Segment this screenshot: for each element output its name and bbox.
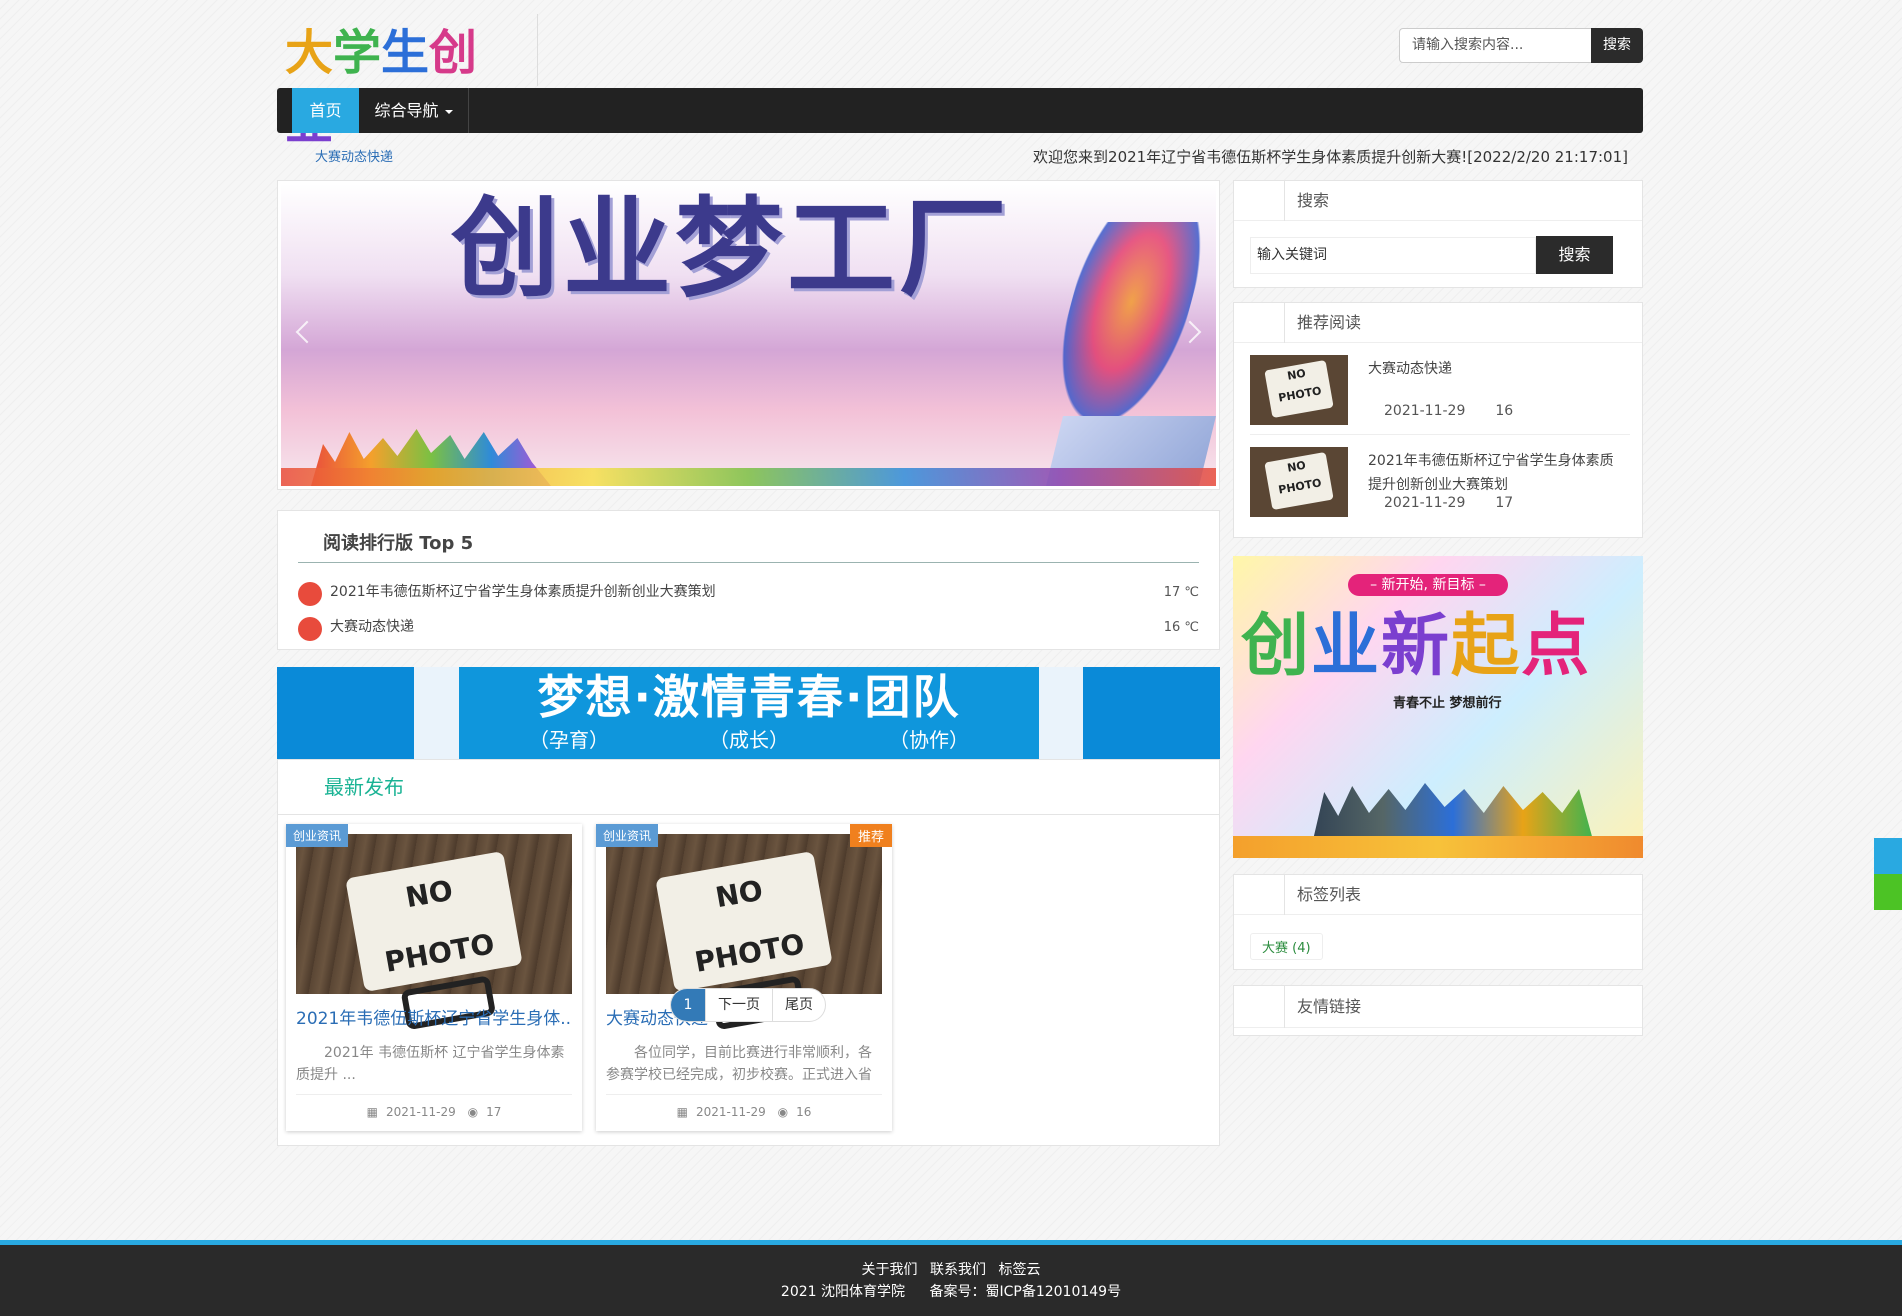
recommend-badge: 推荐 [849,824,892,847]
friend-links-title: 友情链接 [1284,986,1361,1028]
icp-text[interactable]: 备案号：蜀ICP备12010149号 [929,1284,1121,1300]
logo-divider [537,14,538,86]
sidebar-ad[interactable]: – 新开始, 新目标 – 创业新起点 青春不止 梦想前行 [1233,556,1643,858]
latest-posts: 最新发布 NO PHOTO 创业资讯 2021年韦德伍斯杯辽宁省学生身体... … [277,759,1220,1146]
site-header: 大学生创业 请输入搜索内容... 搜索 [277,0,1643,151]
latest-title: 最新发布 [278,760,1219,815]
page-last[interactable]: 尾页 [772,989,825,1021]
sidebar-search-input[interactable]: 输入关键词 [1250,237,1536,274]
calendar-icon: ▦ [676,1105,688,1119]
post-views: 16 [796,1105,812,1119]
footer-link-contact[interactable]: 联系我们 [930,1262,986,1278]
promo-headline: 梦想·激情青春·团队 [537,670,961,724]
site-footer: 关于我们 联系我们 标签云 2021 沈阳体育学院 备案号：蜀ICP备12010… [0,1240,1902,1316]
ground-graphic [1233,836,1643,858]
recommended-item-title[interactable]: 2021年韦德伍斯杯辽宁省学生身体素质提升创新创业大赛策划 [1368,449,1618,497]
nav-guide-label: 综合导航 [374,101,439,120]
sidebar-search-title: 搜索 [1284,181,1329,221]
post-meta: ▦ 2021-11-29 ◉ 16 [606,1094,882,1119]
top-search-bar: 请输入搜索内容... 搜索 [1399,28,1643,63]
sidebar-ad-headline: 创业新起点 [1241,606,1592,686]
post-card[interactable]: NO PHOTO 创业资讯 2021年韦德伍斯杯辽宁省学生身体... 2021年… [286,824,582,1131]
ranking-item[interactable]: 2021年韦德伍斯杯辽宁省学生身体素质提升创新创业大赛策划 17 ℃ [298,575,1199,610]
footer-copyright: 2021 沈阳体育学院 备案号：蜀ICP备12010149号 [0,1281,1902,1301]
post-date: 2021-11-29 [696,1105,766,1119]
promo-banner[interactable]: 梦想·激情青春·团队 （孕育） （成长） （协作） [277,667,1220,759]
banner-title: 创业梦工厂 [451,186,1012,312]
post-category[interactable]: 创业资讯 [286,824,349,847]
ranking-item-title[interactable]: 2021年韦德伍斯杯辽宁省学生身体素质提升创新创业大赛策划 [330,575,716,610]
recommended-item-title[interactable]: 大赛动态快递 [1368,357,1618,381]
no-photo-placeholder: NO PHOTO [345,850,523,1031]
tag-item[interactable]: 大赛 (4) [1250,933,1323,960]
footer-link-tags[interactable]: 标签云 [998,1262,1040,1278]
nav-guide-dropdown[interactable]: 综合导航 [359,88,469,133]
post-thumbnail[interactable]: NO PHOTO [296,834,572,1031]
recommended-title: 推荐阅读 [1284,303,1361,343]
rank-dot-icon [298,617,322,641]
main-nav: 首页 综合导航 [277,88,1643,133]
float-button-green[interactable] [1874,874,1902,910]
hero-banner-image: 创业梦工厂 [281,184,1216,486]
page-next[interactable]: 下一页 [705,989,772,1021]
post-meta: ▦ 2021-11-29 ◉ 17 [296,1094,572,1119]
post-description: 2021年 韦德伍斯杯 辽宁省学生身体素质提升 ... [296,1045,565,1083]
ranking-item[interactable]: 大赛动态快递 16 ℃ [298,610,1199,645]
site-logo[interactable]: 大学生创业 [285,18,505,151]
recommended-thumbnail[interactable]: NO PHOTO [1250,447,1348,517]
sidebar-ad-tagline: – 新开始, 新目标 – [1348,574,1508,596]
stripes-graphic [281,468,1216,486]
pagination: 1 下一页 尾页 [670,988,826,1022]
tag-list-title: 标签列表 [1284,875,1361,915]
post-views: 17 [486,1105,502,1119]
recommended-item-meta: 2021-11-29 16 [1384,403,1514,419]
recommended-item[interactable]: NO PHOTO 2021年韦德伍斯杯辽宁省学生身体素质提升创新创业大赛策划 2… [1250,447,1630,527]
post-date: 2021-11-29 [386,1105,456,1119]
ticker-label[interactable]: 大赛动态快递 [315,146,393,165]
no-photo-placeholder: NO PHOTO [1264,451,1334,511]
recommended-item[interactable]: NO PHOTO 大赛动态快递 2021-11-29 16 [1250,355,1630,435]
ticker-message: 欢迎您来到2021年辽宁省韦德伍斯杯学生身体素质提升创新大赛![2022/2/2… [1033,148,1628,166]
promo-subtitles: （孕育） （成长） （协作） [529,728,969,752]
calendar-icon: ▦ [366,1105,378,1119]
copyright-text: 2021 沈阳体育学院 [780,1284,906,1300]
footer-link-about[interactable]: 关于我们 [862,1262,918,1278]
nav-home[interactable]: 首页 [292,88,359,133]
news-ticker: 大赛动态快递 欢迎您来到2021年辽宁省韦德伍斯杯学生身体素质提升创新大赛![2… [277,146,1643,168]
ranking-title: 阅读排行版 Top 5 [298,511,1199,563]
sidebar-ad-slogan: 青春不止 梦想前行 [1393,696,1502,711]
footer-links: 关于我们 联系我们 标签云 [0,1245,1902,1281]
post-category[interactable]: 创业资讯 [596,824,659,847]
eye-icon: ◉ [467,1105,479,1119]
recommended-thumbnail[interactable]: NO PHOTO [1250,355,1348,425]
post-card[interactable]: NO PHOTO 创业资讯 推荐 大赛动态快递 各位同学，目前比赛进行非常顺利，… [596,824,892,1131]
tag-list: 标签列表 大赛 (4) [1233,874,1643,970]
post-title[interactable]: 2021年韦德伍斯杯辽宁省学生身体... [296,1004,572,1029]
sidebar-search: 搜索 输入关键词 搜索 [1233,180,1643,288]
recommended-item-meta: 2021-11-29 17 [1384,495,1514,511]
reading-ranking: 阅读排行版 Top 5 2021年韦德伍斯杯辽宁省学生身体素质提升创新创业大赛策… [277,510,1220,650]
prev-arrow-icon[interactable] [295,320,319,344]
top-search-input[interactable]: 请输入搜索内容... [1399,28,1591,63]
ranking-item-value: 16 ℃ [1163,620,1199,635]
float-button-blue[interactable] [1874,838,1902,874]
post-description: 各位同学，目前比赛进行非常顺利，各参赛学校已经完成，初步校赛。正式进入省赛 [606,1045,872,1083]
sidebar-search-button[interactable]: 搜索 [1536,236,1613,274]
friend-links: 友情链接 [1233,985,1643,1036]
eye-icon: ◉ [777,1105,789,1119]
rank-dot-icon [298,582,322,606]
caret-down-icon [444,109,453,114]
post-thumbnail[interactable]: NO PHOTO [606,834,882,1031]
no-photo-placeholder: NO PHOTO [655,850,833,1031]
ranking-item-value: 17 ℃ [1163,585,1199,600]
promo-content: 梦想·激情青春·团队 （孕育） （成长） （协作） [459,667,1039,759]
recommended-reading: 推荐阅读 NO PHOTO 大赛动态快递 2021-11-29 16 NO PHO… [1233,302,1643,538]
ranking-item-title[interactable]: 大赛动态快递 [330,610,414,645]
hero-carousel[interactable]: 创业梦工厂 [277,180,1220,490]
no-photo-placeholder: NO PHOTO [1264,359,1334,419]
page-current[interactable]: 1 [671,989,705,1021]
top-search-button[interactable]: 搜索 [1591,28,1643,63]
